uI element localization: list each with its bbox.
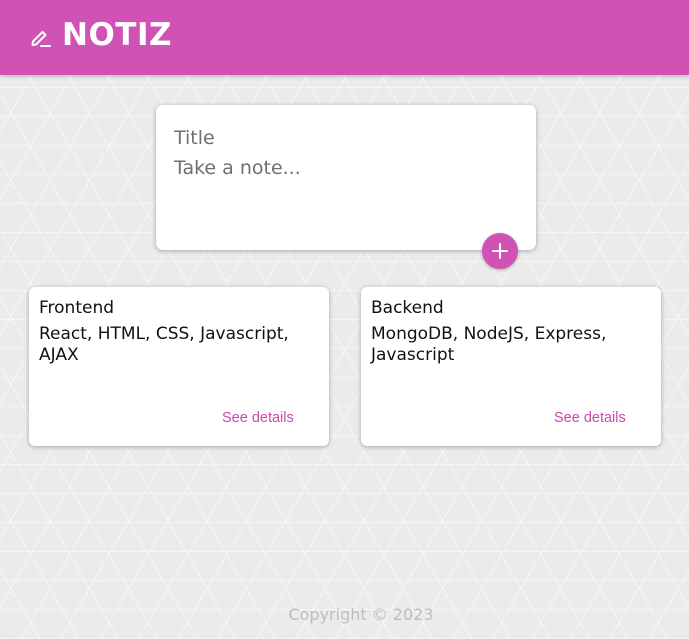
app-title: NOTIZ <box>62 17 172 53</box>
see-details-link[interactable]: See details <box>554 410 626 426</box>
note-content-input[interactable] <box>174 157 514 237</box>
add-note-button[interactable] <box>482 233 518 269</box>
footer-copyright: Copyright © 2023 <box>288 605 434 624</box>
note-content: MongoDB, NodeJS, Express, Javascript <box>371 324 607 365</box>
plus-icon <box>492 243 508 259</box>
app-header: NOTIZ <box>0 0 689 75</box>
note-card: Frontend React, HTML, CSS, Javascript, A… <box>29 287 329 446</box>
note-composer <box>156 105 536 250</box>
pencil-icon <box>31 31 51 47</box>
note-title: Frontend <box>39 298 115 318</box>
note-card: Backend MongoDB, NodeJS, Express, Javasc… <box>361 287 661 446</box>
note-content: React, HTML, CSS, Javascript, AJAX <box>39 324 289 365</box>
note-title: Backend <box>371 298 444 318</box>
note-title-input[interactable] <box>174 126 514 150</box>
see-details-link[interactable]: See details <box>222 410 294 426</box>
